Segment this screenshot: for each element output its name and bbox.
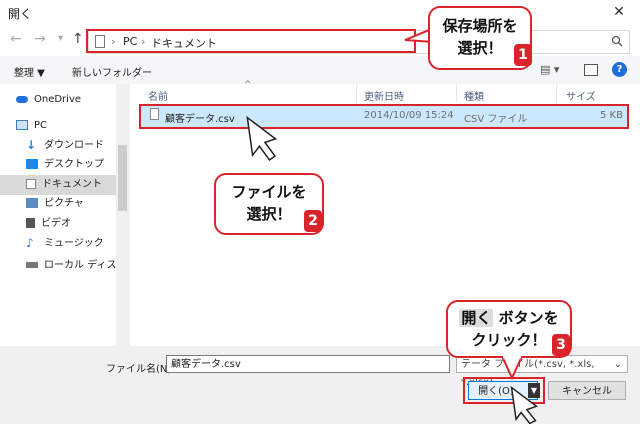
callout-pointer: [500, 356, 524, 380]
callout-key-label: 開く: [459, 309, 494, 327]
computer-icon: [16, 120, 28, 130]
address-highlight-box: [86, 29, 416, 53]
preview-pane-icon[interactable]: [584, 64, 598, 76]
download-arrow-icon: ↓: [26, 138, 37, 152]
document-icon: [26, 179, 36, 189]
window-title: 開く: [8, 7, 33, 21]
file-row-highlight-box: [139, 104, 629, 129]
sidebar-item-label: OneDrive: [34, 94, 82, 105]
column-divider: [456, 84, 457, 102]
sort-ascending-icon: ^: [244, 80, 252, 90]
drive-icon: [26, 262, 38, 268]
up-arrow-icon[interactable]: ↑: [72, 31, 84, 47]
sidebar-item-documents[interactable]: ドキュメント: [0, 175, 116, 195]
sidebar-item-pictures[interactable]: ピクチャ: [26, 194, 84, 214]
cloud-icon: [16, 95, 28, 103]
step-badge-1: 1: [514, 44, 532, 66]
column-header-size[interactable]: サイズ: [566, 88, 596, 103]
chevron-down-icon: ⌄: [613, 359, 622, 370]
filename-label: ファイル名(N):: [106, 364, 175, 375]
video-icon: [26, 218, 35, 228]
column-header-type[interactable]: 種類: [464, 88, 484, 103]
sidebar-item-label: ドキュメント: [42, 179, 102, 190]
recent-dropdown-icon[interactable]: ▾: [58, 33, 63, 44]
callout-text: 保存場所を: [442, 17, 518, 35]
back-arrow-icon[interactable]: ←: [10, 31, 22, 47]
view-options-icon[interactable]: ▤ ▾: [540, 63, 559, 76]
search-icon[interactable]: [611, 35, 623, 47]
sidebar-item-desktop[interactable]: デスクトップ: [26, 155, 104, 175]
sidebar-item-music[interactable]: ♪ ミュージック: [26, 234, 104, 254]
callout-text: ボタンを: [498, 309, 559, 327]
sidebar-item-label: ビデオ: [41, 218, 71, 229]
organize-button[interactable]: 整理 ▼: [14, 64, 45, 79]
help-icon[interactable]: ?: [612, 62, 627, 77]
sidebar-item-label: デスクトップ: [44, 159, 104, 170]
step-badge-3: 3: [552, 334, 570, 356]
title-bar: [0, 0, 640, 26]
column-divider: [556, 84, 557, 102]
forward-arrow-icon[interactable]: →: [34, 31, 46, 47]
sidebar-item-label: ミュージック: [44, 238, 104, 249]
sidebar-item-label: ダウンロード: [44, 140, 104, 151]
sidebar-scrollbar-thumb[interactable]: [118, 145, 127, 211]
picture-icon: [26, 198, 38, 208]
step-badge-2: 2: [304, 210, 322, 232]
desktop-icon: [26, 159, 38, 169]
column-header-name[interactable]: 名前: [148, 88, 168, 103]
column-divider: [356, 84, 357, 102]
sidebar-item-pc[interactable]: PC: [16, 116, 47, 136]
sidebar-item-downloads[interactable]: ↓ ダウンロード: [26, 136, 104, 156]
sidebar-item-videos[interactable]: ビデオ: [26, 214, 71, 234]
sidebar-item-label: ピクチャ: [44, 198, 84, 209]
column-header-modified[interactable]: 更新日時: [364, 88, 404, 103]
new-folder-button[interactable]: 新しいフォルダー: [72, 64, 152, 79]
sidebar-item-label: PC: [34, 120, 48, 131]
music-note-icon: ♪: [26, 236, 34, 250]
close-icon[interactable]: ✕: [602, 1, 636, 23]
sidebar-scrollbar[interactable]: [116, 84, 129, 346]
sidebar-item-onedrive[interactable]: OneDrive: [16, 90, 81, 110]
mouse-cursor-icon: [510, 385, 539, 424]
cancel-button[interactable]: キャンセル: [548, 381, 626, 400]
filename-input[interactable]: 顧客データ.csv: [166, 355, 450, 373]
callout-text: ファイルを: [231, 183, 307, 201]
mouse-cursor-icon: [246, 115, 278, 161]
